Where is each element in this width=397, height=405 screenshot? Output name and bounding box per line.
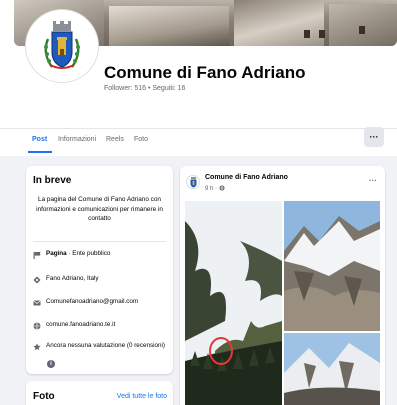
info-row-email[interactable]: Comunefanoadriano@gmail.com (32, 298, 168, 307)
post-photo[interactable] (185, 201, 282, 405)
page-tabs: Post Informazioni Reels Foto (0, 128, 397, 153)
public-globe-icon (219, 185, 225, 191)
globe-icon (32, 321, 41, 330)
coat-of-arms-icon (190, 176, 196, 187)
post-card: Comune di Fano Adriano 9 h · ··· (180, 166, 385, 405)
cover-roof (234, 0, 324, 46)
info-row-rating: Ancora nessuna valutazione (0 recensioni… (32, 342, 168, 351)
post-time-text: 9 h · (205, 186, 219, 192)
info-icon[interactable]: i (47, 360, 55, 368)
tab-post[interactable]: Post (32, 136, 47, 143)
photos-title: Foto (33, 391, 55, 402)
cover-window (319, 30, 325, 38)
intro-title: In breve (33, 175, 72, 186)
info-row-location[interactable]: Fano Adriano, Italy (32, 275, 168, 284)
intro-description: La pagina del Comune di Fano Adriano con… (36, 196, 163, 223)
more-options-button[interactable]: ··· (364, 127, 384, 147)
followers-count[interactable]: Follower: 516 • Seguiti: 16 (104, 85, 185, 92)
intro-card: In breve La pagina del Comune di Fano Ad… (26, 166, 173, 374)
mountain-photo-image (185, 201, 282, 405)
post-options-button[interactable]: ··· (369, 176, 377, 185)
location-icon (32, 275, 41, 284)
page-title: Comune di Fano Adriano (104, 63, 306, 82)
info-text: Fano Adriano, Italy (46, 275, 99, 282)
star-icon (32, 342, 41, 351)
post-author-avatar[interactable] (186, 175, 200, 189)
coat-of-arms-icon (44, 21, 80, 69)
mountain-photo-image (284, 333, 380, 405)
active-tab-indicator (28, 151, 52, 153)
tab-reels[interactable]: Reels (106, 136, 124, 143)
info-row-category: Pagina · Ente pubblico (32, 250, 168, 259)
cover-roof (109, 6, 229, 46)
post-author-name[interactable]: Comune di Fano Adriano (205, 174, 288, 181)
info-text: · Ente pubblico (66, 250, 111, 257)
page-avatar[interactable] (26, 10, 98, 82)
cover-roof (329, 4, 397, 46)
post-photo[interactable] (284, 201, 380, 331)
photos-card: Foto Vedi tutte le foto (26, 381, 173, 405)
see-all-photos-link[interactable]: Vedi tutte le foto (117, 393, 167, 400)
tab-foto[interactable]: Foto (134, 136, 148, 143)
info-text: comune.fanoadriano.te.it (46, 321, 116, 328)
info-text: Ancora nessuna valutazione (0 recensioni… (46, 342, 166, 349)
post-timestamp[interactable]: 9 h · (205, 185, 225, 192)
mountain-photo-image (284, 201, 380, 331)
facebook-page: Comune di Fano Adriano Follower: 516 • S… (0, 0, 397, 405)
cover-window (359, 26, 365, 34)
cover-window (304, 30, 310, 38)
divider (33, 241, 166, 242)
flag-icon (32, 250, 41, 259)
info-text: Pagina · Ente pubblico (46, 250, 110, 259)
info-text: Comunefanoadriano@gmail.com (46, 298, 139, 305)
info-bold: Pagina (46, 250, 67, 257)
info-row-website[interactable]: comune.fanoadriano.te.it (32, 321, 168, 330)
email-icon (32, 298, 41, 307)
tab-informazioni[interactable]: Informazioni (58, 136, 96, 143)
post-photo[interactable] (284, 333, 380, 405)
